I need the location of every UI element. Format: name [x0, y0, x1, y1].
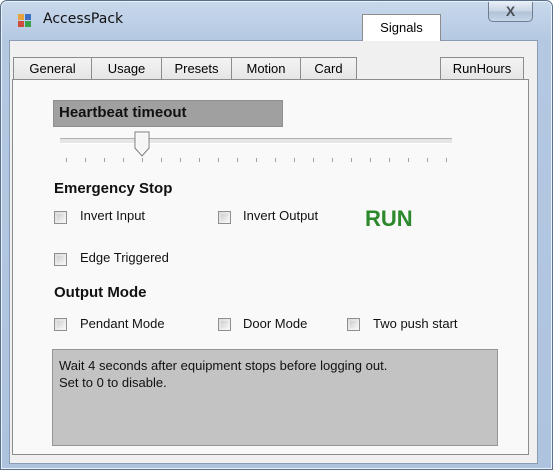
tab-motion[interactable]: Motion: [231, 57, 301, 80]
invert-input-label: Invert Input: [80, 208, 146, 223]
edge-triggered-checkbox[interactable]: [54, 253, 67, 266]
slider-tick: [161, 158, 162, 162]
tab-usage[interactable]: Usage: [91, 57, 162, 80]
slider-tick: [408, 158, 409, 162]
two-push-start-label: Two push start: [373, 316, 458, 331]
info-message-box: Wait 4 seconds after equipment stops bef…: [52, 349, 498, 446]
slider-tick: [275, 158, 276, 162]
emergency-stop-heading: Emergency Stop: [54, 180, 173, 197]
slider-tick: [389, 158, 390, 162]
tab-signals[interactable]: Signals: [362, 14, 441, 41]
door-mode-checkbox[interactable]: [218, 318, 231, 331]
tab-presets[interactable]: Presets: [161, 57, 232, 80]
slider-tick: [142, 158, 143, 162]
pendant-mode-checkbox[interactable]: [54, 318, 67, 331]
slider-tick: [332, 158, 333, 162]
slider-tick: [218, 158, 219, 162]
slider-tick: [85, 158, 86, 162]
slider-tick: [199, 158, 200, 162]
slider-tick: [370, 158, 371, 162]
invert-input-checkbox[interactable]: [54, 211, 67, 224]
info-message-line-1: Wait 4 seconds after equipment stops bef…: [59, 358, 388, 373]
slider-tick: [123, 158, 124, 162]
invert-output-label: Invert Output: [243, 208, 319, 223]
invert-output-checkbox[interactable]: [218, 211, 231, 224]
slider-tick: [66, 158, 67, 162]
slider-tick: [313, 158, 314, 162]
two-push-start-checkbox[interactable]: [347, 318, 360, 331]
tab-card[interactable]: Card: [300, 57, 357, 80]
title-bar[interactable]: AccessPack X: [1, 1, 552, 37]
info-message-line-2: Set to 0 to disable.: [59, 375, 167, 390]
door-mode-label: Door Mode: [243, 316, 308, 331]
tab-general[interactable]: General: [13, 57, 92, 80]
slider-tick: [256, 158, 257, 162]
slider-tick: [446, 158, 447, 162]
slider-tick: [427, 158, 428, 162]
heartbeat-slider-thumb[interactable]: [134, 131, 150, 157]
slider-tick: [237, 158, 238, 162]
slider-tick: [294, 158, 295, 162]
tab-runhours[interactable]: RunHours: [440, 57, 524, 80]
close-button[interactable]: X: [488, 2, 533, 22]
window-title: AccessPack: [43, 11, 124, 27]
slider-tick: [351, 158, 352, 162]
pendant-mode-label: Pendant Mode: [80, 316, 165, 331]
emergency-stop-status: RUN: [365, 206, 413, 231]
slider-tick: [104, 158, 105, 162]
output-mode-heading: Output Mode: [54, 284, 147, 301]
slider-tick: [180, 158, 181, 162]
edge-triggered-label: Edge Triggered: [80, 250, 169, 265]
heartbeat-slider-track[interactable]: [60, 138, 452, 144]
app-grid-icon: [18, 14, 31, 27]
heartbeat-timeout-label: Heartbeat timeout: [53, 100, 283, 127]
